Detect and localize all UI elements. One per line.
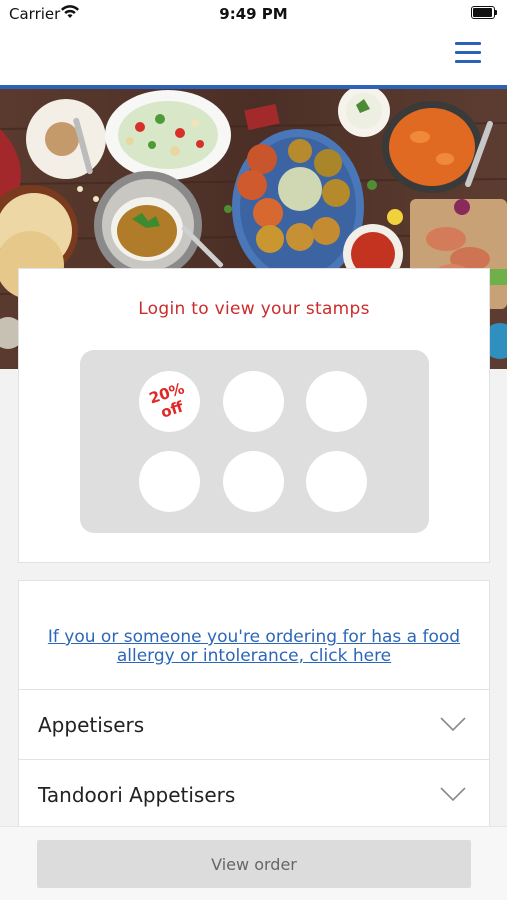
stamps-card: Login to view your stamps 20% off — [18, 268, 490, 563]
category-label: Tandoori Appetisers — [38, 783, 236, 807]
category-row-appetisers[interactable]: Appetisers — [19, 689, 489, 759]
battery-icon — [471, 6, 497, 19]
stamp-reward-label: 20% off — [135, 376, 204, 427]
allergy-link-line-1: If you or someone you're ordering for ha… — [47, 627, 461, 647]
chevron-down-icon — [440, 787, 466, 802]
footer-bar: View order — [0, 826, 507, 900]
stamp-reward-20-off: 20% off — [139, 371, 200, 432]
chevron-down-icon — [440, 717, 466, 732]
allergy-link-line-2: allergy or intolerance, click here — [116, 646, 392, 666]
status-bar: Carrier 9:49 PM — [0, 0, 507, 28]
stamp-slot — [223, 371, 284, 432]
status-time: 9:49 PM — [219, 5, 288, 23]
stamp-slot — [306, 451, 367, 512]
menu-card: If you or someone you're ordering for ha… — [18, 580, 490, 840]
stamp-slot — [139, 451, 200, 512]
view-order-button[interactable]: View order — [37, 840, 471, 888]
hamburger-menu-icon[interactable] — [455, 40, 481, 64]
nav-bar — [0, 28, 507, 89]
category-label: Appetisers — [38, 713, 145, 737]
stamp-grid: 20% off — [80, 350, 429, 533]
login-to-view-stamps-link[interactable]: Login to view your stamps — [19, 299, 489, 319]
stamp-slot — [223, 451, 284, 512]
allergy-info-link[interactable]: If you or someone you're ordering for ha… — [39, 628, 469, 666]
category-row-tandoori-appetisers[interactable]: Tandoori Appetisers — [19, 759, 489, 829]
stamp-slot — [306, 371, 367, 432]
